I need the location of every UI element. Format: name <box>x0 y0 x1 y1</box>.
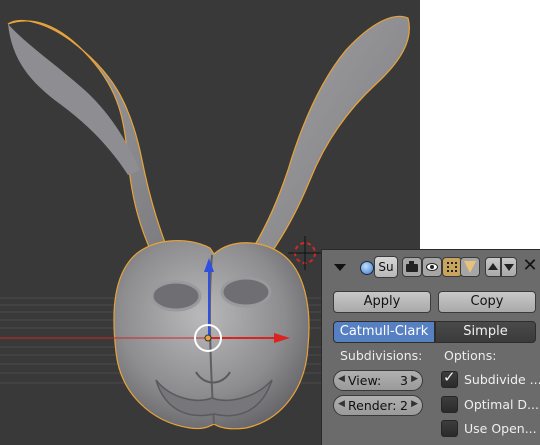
increment-icon[interactable]: ▶ <box>411 399 418 409</box>
optimal-display-label: Optimal D... <box>464 397 539 412</box>
render-levels-field[interactable]: ◀ Render: 2 ▶ <box>333 395 423 416</box>
modifier-name-field[interactable]: Su <box>374 256 398 278</box>
render-value: 2 <box>400 398 408 413</box>
eye-visibility-icon[interactable] <box>422 257 442 277</box>
subdivide-uvs-checkbox[interactable]: ✓ <box>441 368 458 388</box>
modifier-type-icon <box>360 261 374 275</box>
editmode-icon[interactable] <box>442 257 462 277</box>
catmull-clark-option[interactable]: Catmull-Clark <box>333 321 435 343</box>
use-opensubdiv-checkbox[interactable] <box>441 420 458 437</box>
optimal-display-checkbox[interactable] <box>441 396 458 413</box>
copy-button[interactable]: Copy <box>438 291 536 313</box>
collapse-triangle-icon[interactable] <box>334 264 346 271</box>
checkmark-icon: ✓ <box>443 368 456 386</box>
move-up-icon[interactable] <box>485 257 501 277</box>
right-ear <box>243 15 410 271</box>
modifier-header: Su ✕ <box>322 250 540 284</box>
apply-button[interactable]: Apply <box>333 291 431 313</box>
view-label: View: <box>348 373 382 388</box>
camera-render-icon[interactable] <box>402 257 422 277</box>
use-opensubdiv-label: Use Open... <box>464 421 537 436</box>
view-levels-field[interactable]: ◀ View: 3 ▶ <box>333 370 423 391</box>
object-origin-icon <box>204 334 212 342</box>
subsurf-modifier-panel: Su ✕ Apply Copy Catmull-Clark Simple Sub… <box>321 249 540 445</box>
options-label: Options: <box>444 348 497 363</box>
decrement-icon[interactable]: ◀ <box>338 374 345 384</box>
right-eye-socket <box>220 276 272 308</box>
close-icon[interactable]: ✕ <box>522 256 538 276</box>
view-value: 3 <box>400 373 408 388</box>
subdivide-uvs-label: Subdivide ... <box>464 372 540 387</box>
left-eye-socket <box>150 280 202 312</box>
subdivisions-label: Subdivisions: <box>340 348 423 363</box>
increment-icon[interactable]: ▶ <box>411 374 418 384</box>
move-down-icon[interactable] <box>501 257 517 277</box>
render-label: Render: <box>348 398 397 413</box>
cage-icon[interactable] <box>460 257 480 277</box>
decrement-icon[interactable]: ◀ <box>338 399 345 409</box>
simple-option[interactable]: Simple <box>435 321 536 343</box>
